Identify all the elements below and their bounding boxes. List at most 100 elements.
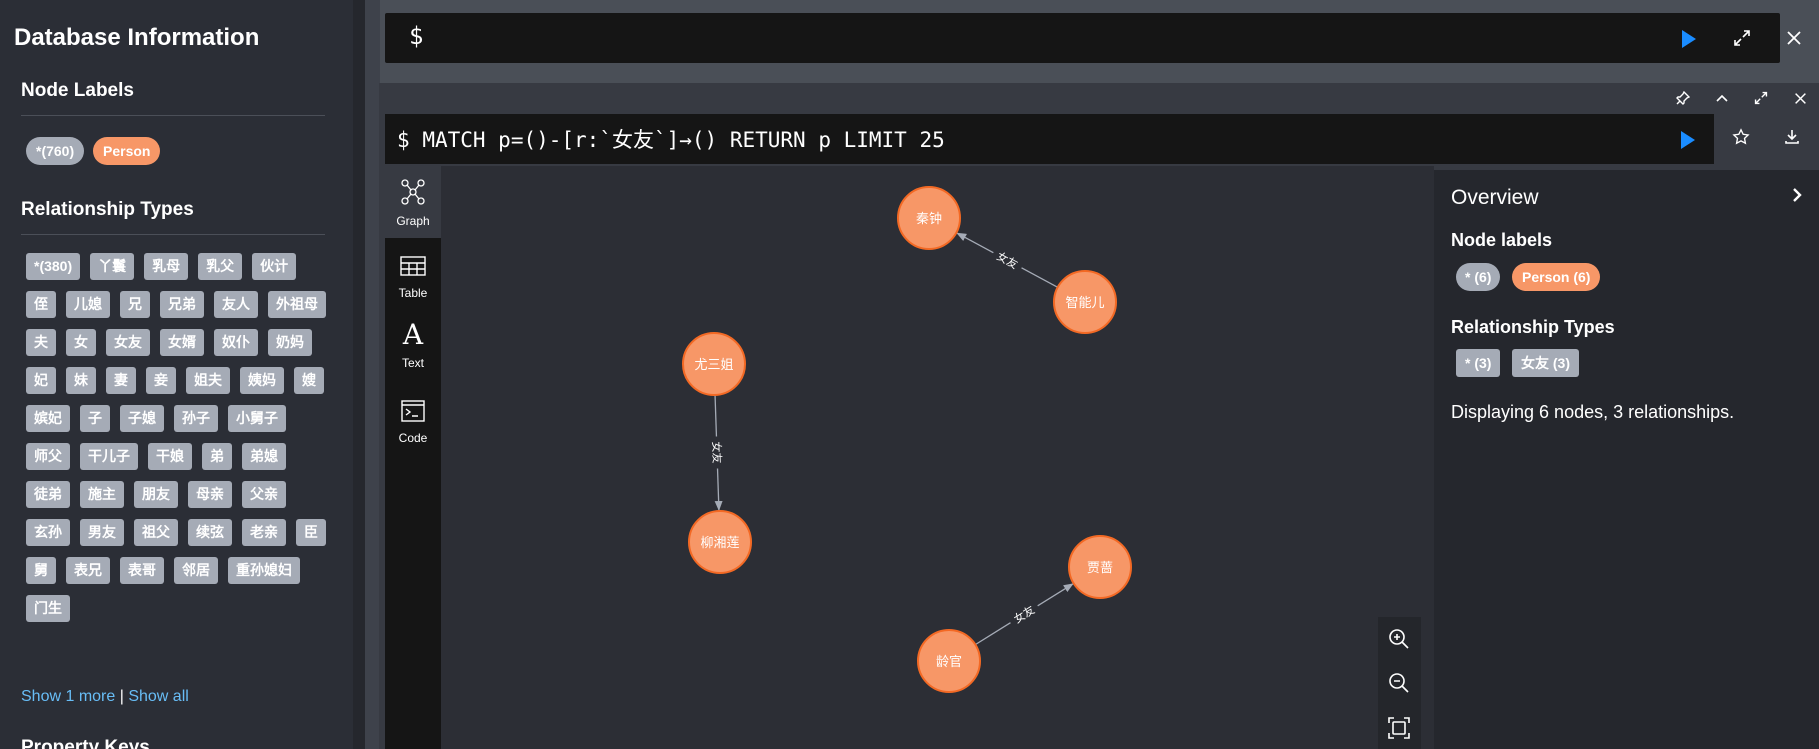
relationship-type-tag[interactable]: 父亲	[242, 481, 286, 508]
graph-node-label: 智能儿	[1065, 296, 1104, 311]
close-frame-icon[interactable]	[1790, 88, 1810, 108]
close-icon[interactable]	[1781, 25, 1807, 51]
relationship-type-tag[interactable]: 母亲	[188, 481, 232, 508]
tab-table[interactable]: Table	[385, 238, 441, 310]
relationship-type-tag[interactable]: *(380)	[26, 253, 81, 280]
overview-panel: Overview Node labels * (6) Person (6) Re…	[1434, 170, 1819, 749]
relationship-type-tag[interactable]: 臣	[296, 519, 326, 546]
relationship-type-tag[interactable]: 姐夫	[186, 367, 230, 394]
query-text[interactable]: $ MATCH p=()-[r:`女友`]→() RETURN p LIMIT …	[397, 124, 945, 154]
relationship-type-tag[interactable]: 祖父	[134, 519, 178, 546]
relationship-type-tag[interactable]: 表兄	[66, 557, 110, 584]
fit-icon[interactable]	[1386, 715, 1412, 741]
graph-icon	[401, 179, 425, 205]
relationship-label: 女友	[710, 441, 725, 463]
relationship-line[interactable]	[974, 622, 1011, 646]
relationship-type-tag[interactable]: 子媳	[120, 405, 164, 432]
relationship-type-tag[interactable]: 徒弟	[26, 481, 70, 508]
node-labels-heading: Node Labels	[21, 80, 134, 101]
relationship-type-tag[interactable]: 奶妈	[268, 329, 312, 356]
relationship-type-tag[interactable]: 夫	[26, 329, 56, 356]
tab-code[interactable]: Code	[385, 383, 441, 455]
show-more-link[interactable]: Show 1 more	[21, 688, 115, 705]
relationship-type-tag[interactable]: 乳父	[198, 253, 243, 280]
relationship-arrow[interactable]	[1037, 583, 1074, 607]
relationship-type-tag[interactable]: 友人	[214, 291, 258, 318]
play-icon[interactable]	[1676, 26, 1702, 52]
relationship-arrow[interactable]	[956, 232, 994, 254]
overview-rel-all[interactable]: * (3)	[1456, 349, 1501, 377]
query-editor[interactable]	[385, 13, 1780, 63]
relationship-type-tag[interactable]: 表哥	[120, 557, 164, 584]
relationship-type-tag[interactable]: 干儿子	[80, 443, 138, 470]
property-keys-heading: Property Keys	[21, 737, 150, 749]
relationship-arrow[interactable]	[714, 468, 723, 512]
download-icon[interactable]	[1780, 125, 1804, 149]
tab-text[interactable]: A Text	[385, 308, 441, 380]
relationship-type-tag[interactable]: 舅	[26, 557, 56, 584]
relationship-type-tag[interactable]: 女	[66, 329, 96, 356]
relationship-type-tag[interactable]: 朋友	[134, 481, 178, 508]
relationship-type-tag[interactable]: 男友	[80, 519, 124, 546]
relationship-type-tag[interactable]: 续弦	[188, 519, 232, 546]
relationship-type-tag[interactable]: 妾	[146, 367, 176, 394]
relationship-type-tag[interactable]: 奴仆	[214, 329, 258, 356]
overview-label-person[interactable]: Person (6)	[1512, 263, 1601, 291]
relationship-type-tag[interactable]: 干娘	[148, 443, 192, 470]
relationship-type-tag[interactable]: 妻	[106, 367, 136, 394]
chevron-right-icon[interactable]	[1786, 184, 1808, 206]
relationship-type-tag[interactable]: 嫔妃	[26, 405, 70, 432]
relationship-type-tag[interactable]: 侄	[26, 291, 56, 318]
node-label-person[interactable]: Person	[93, 137, 161, 165]
pin-icon[interactable]	[1673, 88, 1693, 108]
graph-node-label: 贾蔷	[1087, 561, 1113, 576]
overview-rel-types-heading: Relationship Types	[1451, 317, 1615, 337]
relationship-type-tag[interactable]: 儿媳	[66, 291, 110, 318]
relationship-type-tag[interactable]: 邻居	[174, 557, 218, 584]
relationship-type-tag[interactable]: 子	[80, 405, 110, 432]
relationship-type-tag[interactable]: 外祖母	[268, 291, 326, 318]
code-icon	[401, 400, 425, 422]
graph-canvas[interactable]: 女友 女友 女友 秦钟 智能儿 尤三姐 柳湘莲 贾蔷 龄官	[441, 166, 1434, 749]
relationship-type-tag[interactable]: 女友	[106, 329, 150, 356]
relationship-type-tag[interactable]: 妹	[66, 367, 96, 394]
relationship-label: 女友	[1011, 603, 1037, 627]
relationship-type-tag[interactable]: 老亲	[242, 519, 286, 546]
rerun-play-icon[interactable]	[1675, 127, 1701, 153]
star-icon[interactable]	[1729, 125, 1753, 149]
relationship-type-tag[interactable]: 兄	[120, 291, 150, 318]
overview-rel-girlfriend[interactable]: 女友 (3)	[1512, 349, 1579, 377]
relationship-type-tag[interactable]: 妃	[26, 367, 56, 394]
tab-graph[interactable]: Graph	[385, 166, 441, 238]
relationship-type-tag[interactable]: 女婿	[160, 329, 204, 356]
graph-svg[interactable]: 女友女友女友 秦钟智能儿尤三姐柳湘莲贾蔷龄官	[441, 166, 1434, 749]
relationship-type-tag[interactable]: 弟媳	[242, 443, 286, 470]
relationship-type-tag[interactable]: 兄弟	[160, 291, 204, 318]
table-icon	[400, 256, 426, 276]
relationship-line[interactable]	[1021, 267, 1059, 288]
relationship-type-tag[interactable]: 施主	[80, 481, 124, 508]
node-label-all[interactable]: *(760)	[26, 137, 85, 165]
relationship-line[interactable]	[714, 394, 718, 437]
show-all-link[interactable]: Show all	[128, 688, 188, 705]
overview-label-all[interactable]: * (6)	[1456, 263, 1501, 291]
relationship-type-tag[interactable]: 姨妈	[240, 367, 284, 394]
relationship-type-tag[interactable]: 师父	[26, 443, 70, 470]
collapse-icon[interactable]	[1712, 88, 1732, 108]
relationship-type-tag[interactable]: 丫鬟	[90, 253, 135, 280]
relationship-type-tag[interactable]: 小舅子	[228, 405, 286, 432]
zoom-out-icon[interactable]	[1386, 670, 1412, 696]
gutter	[365, 0, 380, 749]
relationship-type-tag[interactable]: 伙计	[252, 253, 297, 280]
relationship-type-tag[interactable]: 重孙媳妇	[228, 557, 300, 584]
zoom-in-icon[interactable]	[1386, 626, 1412, 652]
expand-icon[interactable]	[1729, 25, 1755, 51]
relationship-type-tag[interactable]: 门生	[26, 595, 70, 622]
relationship-type-tag[interactable]: 乳母	[144, 253, 189, 280]
sidebar-scrollbar[interactable]	[353, 0, 365, 749]
fullscreen-icon[interactable]	[1751, 88, 1771, 108]
relationship-type-tag[interactable]: 玄孙	[26, 519, 70, 546]
relationship-type-tag[interactable]: 嫂	[294, 367, 324, 394]
relationship-type-tag[interactable]: 孙子	[174, 405, 218, 432]
relationship-type-tag[interactable]: 弟	[202, 443, 232, 470]
